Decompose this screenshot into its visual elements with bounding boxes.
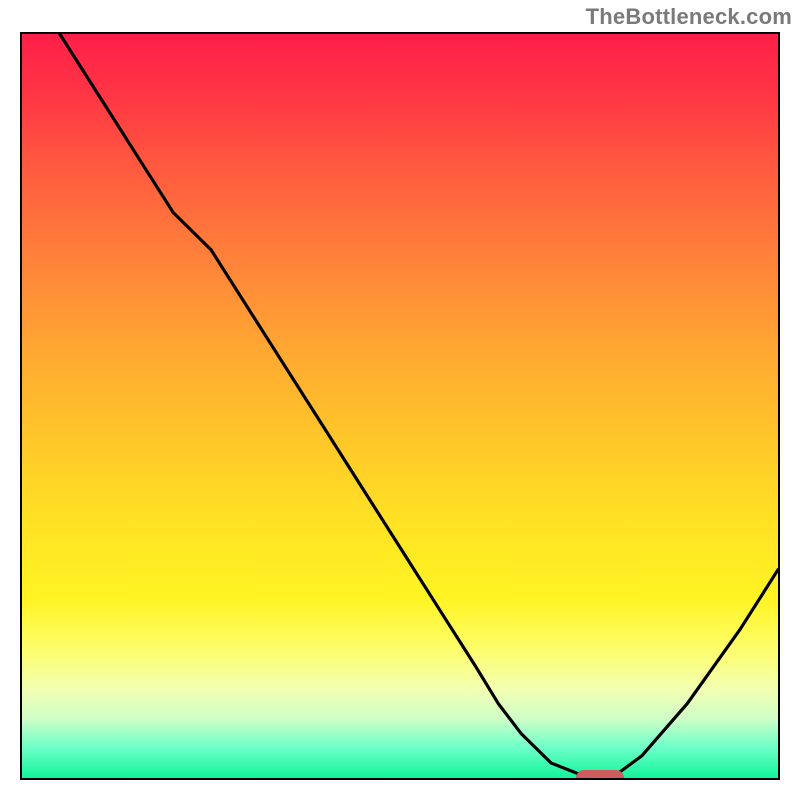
bottleneck-curve (22, 34, 778, 778)
watermark-text: TheBottleneck.com (586, 4, 792, 30)
plot-area (22, 34, 778, 778)
optimal-point-marker (576, 770, 624, 780)
plot-frame (20, 32, 780, 780)
